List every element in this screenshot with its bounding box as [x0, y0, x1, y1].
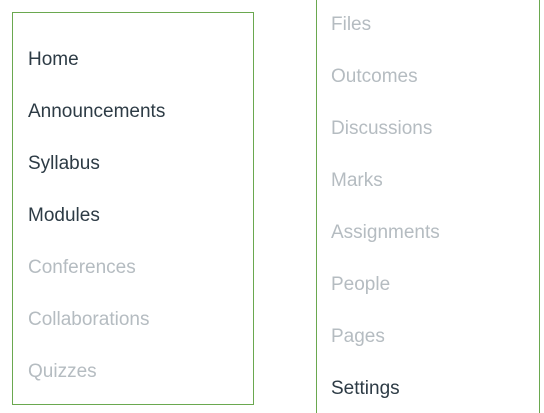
course-nav-panel-left: Home Announcements Syllabus Modules Conf… [12, 12, 254, 405]
nav-item-people[interactable]: People [331, 275, 539, 327]
course-nav-panel-right: Files Outcomes Discussions Marks Assignm… [316, 0, 540, 413]
nav-item-syllabus[interactable]: Syllabus [28, 154, 253, 206]
nav-item-pages[interactable]: Pages [331, 327, 539, 379]
course-nav-list-right: Files Outcomes Discussions Marks Assignm… [317, 0, 539, 413]
nav-item-outcomes[interactable]: Outcomes [331, 67, 539, 119]
nav-item-settings[interactable]: Settings [331, 379, 539, 413]
nav-item-announcements[interactable]: Announcements [28, 102, 253, 154]
nav-item-home[interactable]: Home [28, 50, 253, 102]
nav-item-collaborations[interactable]: Collaborations [28, 310, 253, 362]
nav-item-files[interactable]: Files [331, 15, 539, 67]
nav-item-marks[interactable]: Marks [331, 171, 539, 223]
nav-item-assignments[interactable]: Assignments [331, 223, 539, 275]
nav-item-modules[interactable]: Modules [28, 206, 253, 258]
nav-item-discussions[interactable]: Discussions [331, 119, 539, 171]
course-nav-list-left: Home Announcements Syllabus Modules Conf… [13, 13, 253, 413]
nav-item-quizzes[interactable]: Quizzes [28, 362, 253, 413]
nav-item-conferences[interactable]: Conferences [28, 258, 253, 310]
